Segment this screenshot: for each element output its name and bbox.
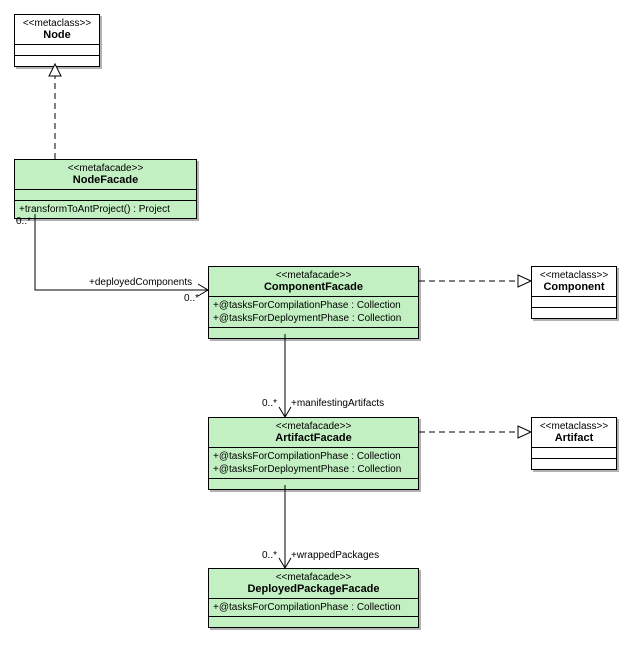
component-stereotype: <<metaclass>> <box>538 270 610 281</box>
arrow-componentfacade-artifactfacade <box>279 407 291 417</box>
wrapped-packages-multiplicity: 0..* <box>262 550 277 561</box>
node-facade-stereotype: <<metafacade>> <box>21 163 190 174</box>
node-name: Node <box>21 29 93 41</box>
class-component: <<metaclass>> Component <box>531 266 617 319</box>
component-facade-attr-0: +@tasksForCompilationPhase : Collection <box>213 299 414 312</box>
deployed-components-role: +deployedComponents <box>89 277 192 288</box>
class-artifact-facade: <<metafacade>> ArtifactFacade +@tasksFor… <box>208 417 419 490</box>
deployed-package-facade-stereotype: <<metafacade>> <box>215 572 412 583</box>
class-node: <<metaclass>> Node <box>14 14 100 67</box>
class-node-facade: <<metafacade>> NodeFacade +transformToAn… <box>14 159 197 219</box>
node-stereotype: <<metaclass>> <box>21 18 93 29</box>
class-deployed-package-facade: <<metafacade>> DeployedPackageFacade +@t… <box>208 568 419 628</box>
deployed-components-multiplicity: 0..* <box>184 293 199 304</box>
class-component-facade: <<metafacade>> ComponentFacade +@tasksFo… <box>208 266 419 339</box>
wrapped-packages-role: +wrappedPackages <box>291 550 379 561</box>
artifact-name: Artifact <box>538 432 610 444</box>
deployed-package-facade-attr-0: +@tasksForCompilationPhase : Collection <box>213 601 414 614</box>
artifact-facade-attr-1: +@tasksForDeploymentPhase : Collection <box>213 463 414 476</box>
deployed-package-facade-name: DeployedPackageFacade <box>215 583 412 595</box>
arrow-artifactfacade-deployedpackagefacade <box>279 558 291 568</box>
component-facade-name: ComponentFacade <box>215 281 412 293</box>
manifesting-artifacts-multiplicity: 0..* <box>262 398 277 409</box>
manifesting-artifacts-role: +manifestingArtifacts <box>291 398 384 409</box>
node-facade-op-0: +transformToAntProject() : Project <box>19 203 192 216</box>
component-facade-stereotype: <<metafacade>> <box>215 270 412 281</box>
component-name: Component <box>538 281 610 293</box>
artifact-stereotype: <<metaclass>> <box>538 421 610 432</box>
arrow-artifactfacade-artifact <box>518 426 531 438</box>
artifact-facade-stereotype: <<metafacade>> <box>215 421 412 432</box>
artifact-facade-name: ArtifactFacade <box>215 432 412 444</box>
arrow-componentfacade-component <box>518 275 531 287</box>
class-artifact: <<metaclass>> Artifact <box>531 417 617 470</box>
artifact-facade-attr-0: +@tasksForCompilationPhase : Collection <box>213 450 414 463</box>
component-facade-attr-1: +@tasksForDeploymentPhase : Collection <box>213 312 414 325</box>
arrow-nodefacade-componentfacade <box>198 284 208 296</box>
node-facade-name: NodeFacade <box>21 174 190 186</box>
node-facade-multiplicity: 0..* <box>16 216 31 227</box>
